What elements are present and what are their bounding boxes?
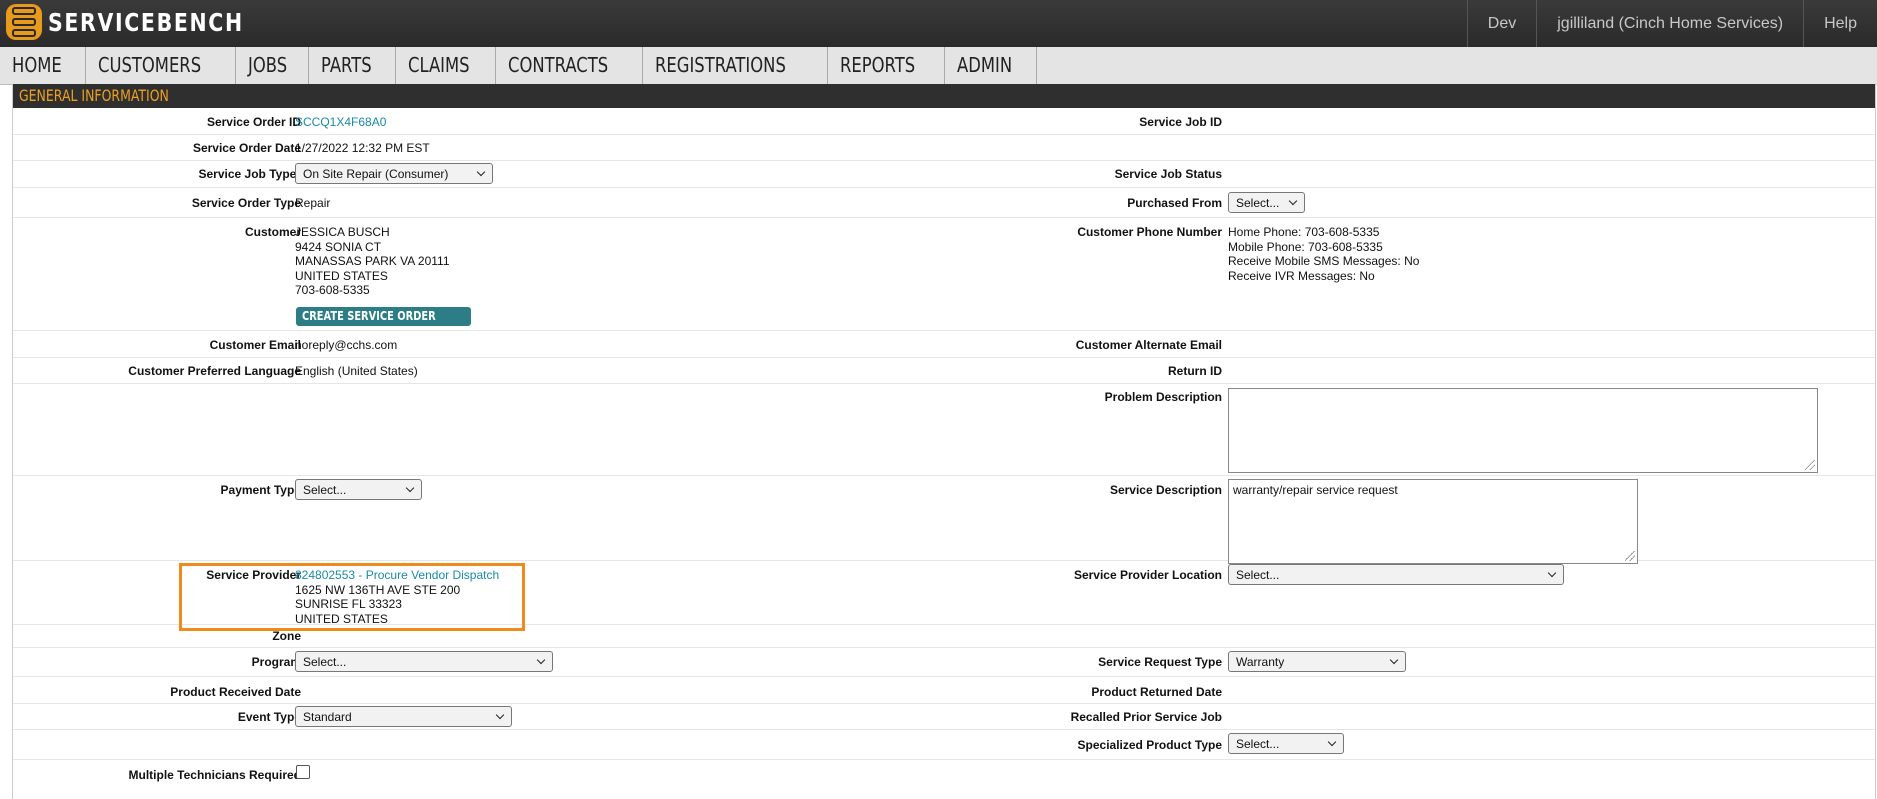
customer-label: Customer: [244, 225, 301, 239]
home-phone: Home Phone: 703-608-5335: [1228, 225, 1380, 239]
service-provider-location-label: Service Provider Location: [1073, 568, 1222, 582]
environment-menu[interactable]: Dev: [1466, 0, 1536, 47]
database-icon: [6, 4, 42, 40]
nav-contracts[interactable]: CONTRACTS: [496, 47, 644, 84]
return-id-label: Return ID: [1168, 364, 1222, 378]
form-row: Program Select... Service Request Type W…: [13, 647, 1875, 677]
customer-phone-details: Home Phone: 703-608-5335 Mobile Phone: 7…: [1228, 225, 1419, 283]
nav-reports[interactable]: REPORTS: [828, 47, 945, 84]
customer-city: MANASSAS PARK VA 20111: [295, 254, 450, 268]
form-row: Specialized Product Type Select...: [13, 729, 1875, 760]
servicebench-logo[interactable]: SERVICEBENCH: [6, 4, 287, 40]
purchased-from-label: Purchased From: [1127, 196, 1222, 210]
preferred-language-value: English (United States): [295, 364, 418, 378]
product-returned-date-label: Product Returned Date: [1091, 685, 1222, 699]
nav-customers[interactable]: CUSTOMERS: [86, 47, 237, 84]
customer-email-value: noreply@cchs.com: [295, 338, 398, 352]
user-menu[interactable]: jgilliland (Cinch Home Services): [1536, 0, 1803, 47]
service-description-textarea[interactable]: warranty/repair service request: [1228, 479, 1638, 564]
customer-country: UNITED STATES: [295, 268, 388, 283]
nav-parts[interactable]: PARTS: [309, 47, 396, 84]
create-service-order-button[interactable]: CREATE SERVICE ORDER: [296, 307, 472, 326]
multiple-technicians-checkbox[interactable]: [296, 765, 310, 779]
nav-registrations[interactable]: REGISTRATIONS: [643, 47, 828, 84]
service-order-date-label: Service Order Date: [192, 141, 301, 155]
service-description-label: Service Description: [1109, 483, 1222, 497]
nav-admin[interactable]: ADMIN: [945, 47, 1037, 84]
customer-phone: 703-608-5335: [295, 283, 370, 297]
section-header: GENERAL INFORMATION: [13, 84, 1875, 108]
form-row: Customer JESSICA BUSCH 9424 SONIA CT MAN…: [13, 217, 1875, 331]
service-job-type-label: Service Job Type*: [198, 167, 302, 181]
purchased-from-select[interactable]: Select...: [1228, 192, 1305, 213]
service-request-type-label: Service Request Type: [1098, 655, 1222, 669]
main-nav: HOME CUSTOMERS JOBS PARTS CLAIMS CONTRAC…: [0, 47, 1877, 85]
product-received-date-label: Product Received Date: [170, 685, 301, 699]
event-type-select[interactable]: Standard: [295, 706, 512, 727]
event-type-label: Event Type: [237, 710, 301, 724]
service-provider-highlight-box: [179, 563, 525, 631]
multiple-technicians-label: Multiple Technicians Required: [128, 768, 301, 782]
service-job-id-label: Service Job ID: [1139, 115, 1222, 129]
general-information-panel: GENERAL INFORMATION Service Order ID SCC…: [12, 84, 1876, 799]
top-bar: SERVICEBENCH Dev jgilliland (Cinch Home …: [0, 0, 1877, 47]
form-row: Customer Preferred Language English (Uni…: [13, 357, 1875, 384]
customer-alternate-email-label: Customer Alternate Email: [1075, 338, 1222, 352]
program-label: Program: [251, 655, 301, 669]
customer-email-label: Customer Email: [209, 338, 301, 352]
form-row: Payment Type Select... Service Descripti…: [13, 475, 1875, 564]
mobile-phone: Mobile Phone: 703-608-5335: [1228, 239, 1383, 254]
form-row: Service Order ID SCCQ1X4F68A0 Service Jo…: [13, 108, 1875, 135]
nav-claims[interactable]: CLAIMS: [396, 47, 497, 84]
service-order-id-label: Service Order ID: [206, 115, 301, 129]
program-select[interactable]: Select...: [295, 651, 553, 672]
form-row: Service Order Date 1/27/2022 12:32 PM ES…: [13, 134, 1875, 161]
customer-address: JESSICA BUSCH 9424 SONIA CT MANASSAS PAR…: [295, 225, 450, 298]
help-menu[interactable]: Help: [1803, 0, 1877, 47]
service-order-type-value: Repair: [295, 196, 331, 210]
form-row: Event Type Standard Recalled Prior Servi…: [13, 703, 1875, 730]
service-order-type-label: Service Order Type: [191, 196, 301, 210]
nav-jobs[interactable]: JOBS: [236, 47, 310, 84]
form-row: Service Job Type* On Site Repair (Consum…: [13, 160, 1875, 188]
problem-description-label: Problem Description: [1104, 390, 1222, 404]
service-request-type-select[interactable]: Warranty: [1228, 651, 1406, 672]
customer-phone-number-label: Customer Phone Number: [1077, 225, 1222, 239]
customer-street: 9424 SONIA CT: [295, 239, 382, 254]
logo-text: SERVICEBENCH: [48, 7, 244, 37]
specialized-product-type-select[interactable]: Select...: [1228, 733, 1344, 754]
form-row: Problem Description: [13, 383, 1875, 476]
resize-grip-icon[interactable]: [1805, 460, 1815, 470]
service-provider-location-select[interactable]: Select...: [1228, 564, 1564, 585]
customer-name: JESSICA BUSCH: [295, 225, 390, 239]
recalled-prior-service-job-label: Recalled Prior Service Job: [1070, 710, 1222, 724]
service-order-date-value: 1/27/2022 12:32 PM EST: [295, 141, 430, 155]
payment-type-select[interactable]: Select...: [295, 479, 422, 500]
sms-opt-in: Receive Mobile SMS Messages: No: [1228, 254, 1420, 268]
specialized-product-type-label: Specialized Product Type: [1077, 738, 1222, 752]
zone-label: Zone: [272, 629, 301, 643]
payment-type-label: Payment Type: [220, 483, 301, 497]
service-order-id-link[interactable]: SCCQ1X4F68A0: [295, 115, 386, 130]
nav-home[interactable]: HOME: [0, 47, 86, 84]
service-job-status-label: Service Job Status: [1114, 167, 1222, 181]
form-row: Product Received Date Product Returned D…: [13, 676, 1875, 704]
ivr-opt-in: Receive IVR Messages: No: [1228, 268, 1375, 283]
problem-description-textarea[interactable]: [1228, 388, 1818, 473]
form-row: Service Order Type Repair Purchased From…: [13, 187, 1875, 218]
form-row: Multiple Technicians Required: [13, 759, 1875, 789]
preferred-language-label: Customer Preferred Language: [128, 364, 301, 378]
service-job-type-select[interactable]: On Site Repair (Consumer): [295, 163, 493, 184]
form-row: Customer Email noreply@cchs.com Customer…: [13, 330, 1875, 358]
